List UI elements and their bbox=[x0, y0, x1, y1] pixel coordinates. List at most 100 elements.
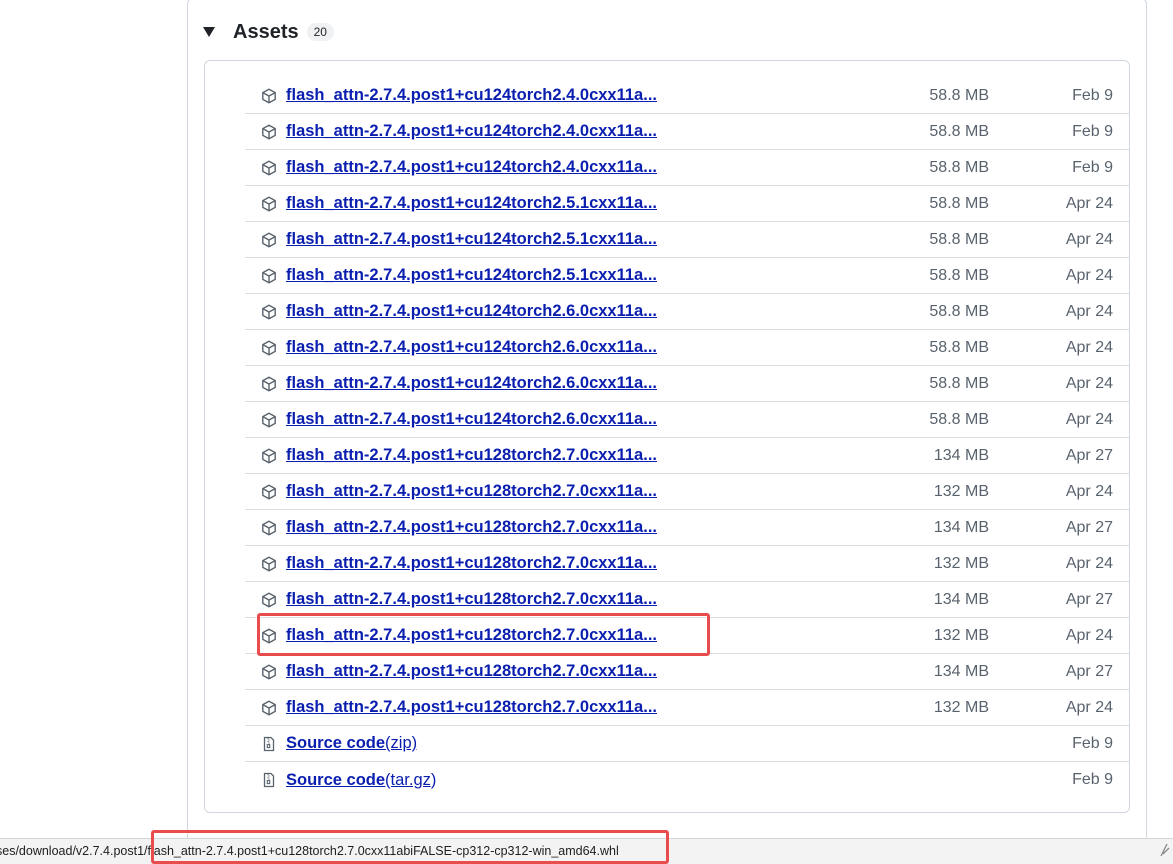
package-icon bbox=[261, 124, 277, 140]
package-icon bbox=[261, 268, 277, 284]
assets-title: Assets bbox=[233, 20, 299, 43]
asset-size: 132 MB bbox=[933, 483, 989, 500]
asset-size: 134 MB bbox=[933, 447, 989, 464]
asset-size: 58.8 MB bbox=[929, 123, 989, 140]
asset-row: flash_attn-2.7.4.post1+cu128torch2.7.0cx… bbox=[245, 582, 1129, 618]
asset-row: flash_attn-2.7.4.post1+cu124torch2.6.0cx… bbox=[245, 402, 1129, 438]
asset-size: 134 MB bbox=[933, 663, 989, 680]
package-icon bbox=[261, 592, 277, 608]
asset-size: 58.8 MB bbox=[929, 267, 989, 284]
asset-date: Feb 9 bbox=[1072, 735, 1113, 752]
asset-link[interactable]: flash_attn-2.7.4.post1+cu128torch2.7.0cx… bbox=[286, 662, 706, 681]
asset-link[interactable]: flash_attn-2.7.4.post1+cu124torch2.6.0cx… bbox=[286, 410, 706, 429]
asset-link[interactable]: flash_attn-2.7.4.post1+cu124torch2.4.0cx… bbox=[286, 122, 706, 141]
asset-date: Apr 24 bbox=[1065, 267, 1113, 284]
asset-row: flash_attn-2.7.4.post1+cu128torch2.7.0cx… bbox=[245, 438, 1129, 474]
asset-row: flash_attn-2.7.4.post1+cu124torch2.6.0cx… bbox=[245, 330, 1129, 366]
asset-link[interactable]: flash_attn-2.7.4.post1+cu128torch2.7.0cx… bbox=[286, 554, 706, 573]
asset-size: 58.8 MB bbox=[929, 375, 989, 392]
asset-size: 132 MB bbox=[933, 555, 989, 572]
asset-date: Apr 27 bbox=[1065, 447, 1113, 464]
asset-link[interactable]: Source code(zip) bbox=[286, 734, 417, 753]
package-icon bbox=[261, 88, 277, 104]
asset-link[interactable]: flash_attn-2.7.4.post1+cu124torch2.5.1cx… bbox=[286, 194, 706, 213]
asset-row: flash_attn-2.7.4.post1+cu128torch2.7.0cx… bbox=[245, 654, 1129, 690]
asset-link[interactable]: flash_attn-2.7.4.post1+cu124torch2.5.1cx… bbox=[286, 266, 706, 285]
asset-link[interactable]: flash_attn-2.7.4.post1+cu124torch2.6.0cx… bbox=[286, 302, 706, 321]
asset-row: flash_attn-2.7.4.post1+cu124torch2.5.1cx… bbox=[245, 222, 1129, 258]
package-icon bbox=[261, 196, 277, 212]
browser-status-bar: ses/download/v2.7.4.post1/flash_attn-2.7… bbox=[0, 838, 1173, 864]
asset-size: 58.8 MB bbox=[929, 195, 989, 212]
asset-row: flash_attn-2.7.4.post1+cu128torch2.7.0cx… bbox=[245, 618, 1129, 654]
asset-size: 132 MB bbox=[933, 627, 989, 644]
asset-row: flash_attn-2.7.4.post1+cu124torch2.5.1cx… bbox=[245, 186, 1129, 222]
asset-size: 132 MB bbox=[933, 699, 989, 716]
asset-row: flash_attn-2.7.4.post1+cu128torch2.7.0cx… bbox=[245, 474, 1129, 510]
asset-link[interactable]: Source code(tar.gz) bbox=[286, 771, 436, 790]
asset-date: Apr 27 bbox=[1065, 591, 1113, 608]
asset-link[interactable]: flash_attn-2.7.4.post1+cu124torch2.5.1cx… bbox=[286, 230, 706, 249]
asset-date: Apr 24 bbox=[1065, 375, 1113, 392]
asset-size: 134 MB bbox=[933, 519, 989, 536]
assets-list: flash_attn-2.7.4.post1+cu124torch2.4.0cx… bbox=[204, 60, 1130, 813]
asset-link-suffix[interactable]: (zip) bbox=[385, 734, 417, 752]
asset-link[interactable]: flash_attn-2.7.4.post1+cu124torch2.6.0cx… bbox=[286, 338, 706, 357]
package-icon bbox=[261, 160, 277, 176]
asset-link[interactable]: flash_attn-2.7.4.post1+cu124torch2.4.0cx… bbox=[286, 158, 706, 177]
asset-size: 58.8 MB bbox=[929, 159, 989, 176]
file-zip-icon bbox=[261, 736, 277, 752]
package-icon bbox=[261, 556, 277, 572]
package-icon bbox=[261, 484, 277, 500]
package-icon bbox=[261, 376, 277, 392]
package-icon bbox=[261, 700, 277, 716]
asset-date: Apr 24 bbox=[1065, 627, 1113, 644]
asset-link[interactable]: flash_attn-2.7.4.post1+cu128torch2.7.0cx… bbox=[286, 518, 706, 537]
asset-row: flash_attn-2.7.4.post1+cu124torch2.5.1cx… bbox=[245, 258, 1129, 294]
asset-size: 134 MB bbox=[933, 591, 989, 608]
asset-row: Source code(zip) Feb 9 bbox=[245, 726, 1129, 762]
asset-row: flash_attn-2.7.4.post1+cu124torch2.4.0cx… bbox=[245, 78, 1129, 114]
caret-down-icon[interactable] bbox=[203, 26, 215, 38]
asset-link[interactable]: flash_attn-2.7.4.post1+cu124torch2.4.0cx… bbox=[286, 86, 706, 105]
package-icon bbox=[261, 232, 277, 248]
status-url: ses/download/v2.7.4.post1/flash_attn-2.7… bbox=[0, 844, 619, 858]
asset-date: Apr 24 bbox=[1065, 411, 1113, 428]
asset-date: Apr 24 bbox=[1065, 699, 1113, 716]
asset-row: flash_attn-2.7.4.post1+cu124torch2.4.0cx… bbox=[245, 114, 1129, 150]
asset-row: flash_attn-2.7.4.post1+cu124torch2.6.0cx… bbox=[245, 366, 1129, 402]
asset-size: 58.8 MB bbox=[929, 411, 989, 428]
asset-date: Apr 24 bbox=[1065, 339, 1113, 356]
asset-link[interactable]: flash_attn-2.7.4.post1+cu128torch2.7.0cx… bbox=[286, 626, 706, 645]
asset-date: Apr 24 bbox=[1065, 483, 1113, 500]
asset-date: Apr 27 bbox=[1065, 519, 1113, 536]
asset-date: Feb 9 bbox=[1072, 771, 1113, 788]
asset-row: flash_attn-2.7.4.post1+cu128torch2.7.0cx… bbox=[245, 510, 1129, 546]
asset-date: Apr 24 bbox=[1065, 555, 1113, 572]
asset-row: flash_attn-2.7.4.post1+cu128torch2.7.0cx… bbox=[245, 690, 1129, 726]
asset-link[interactable]: flash_attn-2.7.4.post1+cu128torch2.7.0cx… bbox=[286, 446, 706, 465]
asset-link[interactable]: flash_attn-2.7.4.post1+cu128torch2.7.0cx… bbox=[286, 698, 706, 717]
asset-link[interactable]: flash_attn-2.7.4.post1+cu128torch2.7.0cx… bbox=[286, 590, 706, 609]
asset-row: flash_attn-2.7.4.post1+cu124torch2.6.0cx… bbox=[245, 294, 1129, 330]
package-icon bbox=[261, 340, 277, 356]
asset-row: flash_attn-2.7.4.post1+cu128torch2.7.0cx… bbox=[245, 546, 1129, 582]
assets-count-badge: 20 bbox=[306, 23, 334, 41]
asset-link[interactable]: flash_attn-2.7.4.post1+cu128torch2.7.0cx… bbox=[286, 482, 706, 501]
assets-header[interactable]: Assets 20 bbox=[203, 16, 334, 48]
asset-link[interactable]: flash_attn-2.7.4.post1+cu124torch2.6.0cx… bbox=[286, 374, 706, 393]
asset-date: Feb 9 bbox=[1072, 159, 1113, 176]
asset-row: flash_attn-2.7.4.post1+cu124torch2.4.0cx… bbox=[245, 150, 1129, 186]
package-icon bbox=[261, 412, 277, 428]
asset-row: Source code(tar.gz) Feb 9 bbox=[245, 762, 1129, 798]
asset-size: 58.8 MB bbox=[929, 231, 989, 248]
package-icon bbox=[261, 628, 277, 644]
asset-date: Feb 9 bbox=[1072, 123, 1113, 140]
asset-date: Apr 24 bbox=[1065, 303, 1113, 320]
asset-date: Apr 24 bbox=[1065, 231, 1113, 248]
package-icon bbox=[261, 520, 277, 536]
asset-size: 58.8 MB bbox=[929, 87, 989, 104]
asset-date: Feb 9 bbox=[1072, 87, 1113, 104]
asset-link-suffix[interactable]: (tar.gz) bbox=[385, 771, 436, 789]
package-icon bbox=[261, 664, 277, 680]
